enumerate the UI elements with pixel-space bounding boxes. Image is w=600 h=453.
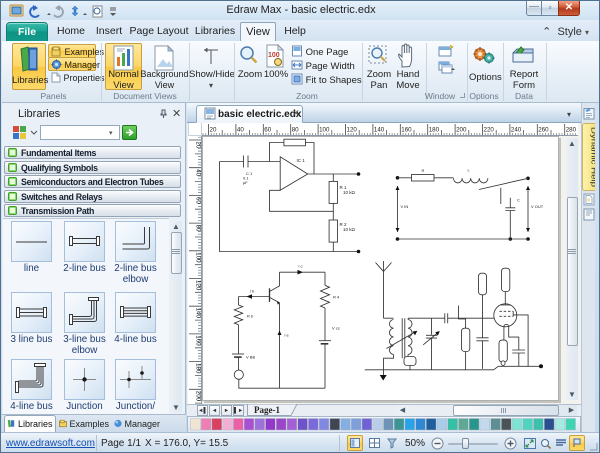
svg-text:V IN: V IN [400,204,408,209]
svg-text:40: 40 [194,169,201,176]
svg-text:V OUT: V OUT [531,204,544,209]
svg-text:140: 140 [194,308,201,319]
svg-text:i b: i b [250,288,255,293]
svg-text:60: 60 [194,197,201,204]
svg-text:200: 200 [194,391,201,402]
svg-text:220: 220 [483,127,494,134]
svg-text:200: 200 [456,127,467,134]
svg-text:V BB: V BB [246,354,255,359]
svg-text:120: 120 [346,127,357,134]
svg-text:20: 20 [194,142,201,149]
svg-text:100: 100 [194,252,201,263]
svg-text:µF: µF [243,180,248,185]
svg-text:C: C [517,197,520,202]
svg-text:Dynamic Help: Dynamic Help [590,127,596,187]
svg-text:V cc: V cc [332,325,340,330]
svg-text:40: 40 [236,127,243,134]
svg-text:R: R [421,168,424,173]
svg-text:160: 160 [194,335,201,346]
svg-text:100: 100 [319,127,330,134]
svg-text:i c: i c [298,263,302,268]
svg-text:10 kΩ: 10 kΩ [343,190,356,195]
svg-text:10 kΩ: 10 kΩ [343,227,356,232]
svg-text:20: 20 [209,127,216,134]
svg-text:240: 240 [510,127,521,134]
svg-text:260: 260 [538,127,549,134]
svg-text:i e: i e [284,332,289,337]
svg-text:R 4: R 4 [333,294,340,299]
svg-text:60: 60 [264,127,271,134]
svg-text:100: 100 [268,52,280,59]
svg-text:L: L [467,167,470,172]
svg-text:180: 180 [428,127,439,134]
svg-text:180: 180 [194,363,201,374]
svg-text:80: 80 [291,127,298,134]
svg-text:120: 120 [194,280,201,291]
svg-text:R b: R b [247,313,254,318]
svg-text:80: 80 [194,225,201,232]
svg-text:280: 280 [565,127,576,134]
svg-text:160: 160 [401,127,412,134]
svg-text:140: 140 [373,127,384,134]
svg-text:IC 1: IC 1 [296,158,305,163]
